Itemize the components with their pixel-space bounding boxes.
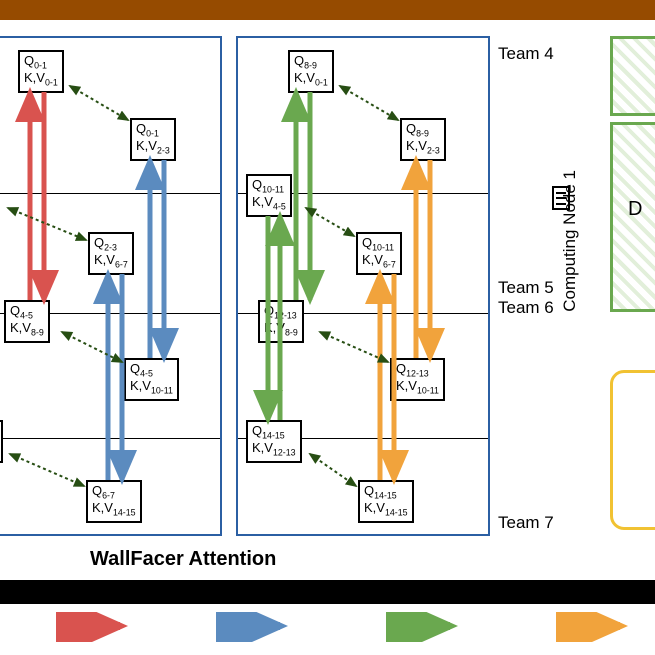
p2-node-3: Q10-11 K,V4-5 [246,174,292,217]
p1-node-4: Q2-3 K,V6-7 [88,232,134,275]
team-6-label: Team 6 [498,298,554,318]
p1-node-6: Q4-5 K,V10-11 [124,358,179,401]
p1-node-5: Q4-5 K,V8-9 [4,300,50,343]
p2-node-2: Q8-9 K,V2-3 [400,118,446,161]
p2-node-6: Q12-13 K,V10-11 [390,358,445,401]
p1-node-7: 7 -13 [0,420,3,463]
p2-node-4: Q10-11 K,V6-7 [356,232,402,275]
p1-node-8: Q6-7 K,V14-15 [86,480,142,523]
d-label: D [628,198,642,221]
server-icon [552,186,570,210]
p2-node-8: Q14-15 K,V14-15 [358,480,414,523]
legend-arrows [0,612,655,642]
yellow-rounded [610,370,655,530]
p1-node-2: Q0-1 K,V2-3 [130,118,176,161]
diagram-title: WallFacer Attention [90,548,276,571]
legend-black-bar [0,580,655,604]
p2-node-1: Q8-9 K,V0-1 [288,50,334,93]
top-brown-bar [0,0,655,20]
panel-left [0,36,222,536]
green-hatched-top [610,36,655,116]
team-4-label: Team 4 [498,44,554,64]
p2-node-5: Q12-13 K,V8-9 [258,300,304,343]
p1-node-1: Q0-1 K,V0-1 [18,50,64,93]
team-5-label: Team 5 [498,278,554,298]
team-7-label: Team 7 [498,513,554,533]
p2-node-7: Q14-15 K,V12-13 [246,420,302,463]
